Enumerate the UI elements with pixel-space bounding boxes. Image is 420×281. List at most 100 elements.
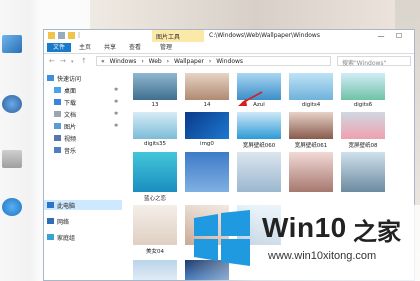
desktop-ie-icon[interactable]: [2, 198, 22, 216]
watermark-url: www.win10xitong.com: [268, 250, 377, 262]
logo-pane-top-right: [221, 210, 250, 236]
file-thumbnail[interactable]: [133, 112, 177, 139]
recent-locations-icon[interactable]: ▾: [71, 59, 74, 65]
windows-logo-icon: [194, 210, 250, 266]
breadcrumb-separator[interactable]: ›: [209, 58, 211, 65]
sidebar-item-network[interactable]: 网络: [47, 216, 69, 226]
watermark-brand: Win10: [262, 212, 347, 243]
pin-icon: ✱: [114, 111, 119, 117]
file-name: 宽屏壁纸061: [294, 143, 328, 149]
desktop-network-icon[interactable]: [2, 95, 22, 113]
desktop-computer-icon[interactable]: [2, 35, 22, 53]
sidebar-item-label: 网络: [57, 218, 70, 226]
file-name: img0: [200, 141, 214, 147]
music-icon: [54, 147, 61, 153]
breadcrumb-overflow[interactable]: «: [101, 58, 105, 65]
sidebar-item-label: 家庭组: [57, 234, 76, 242]
picture-tools-context-tab[interactable]: 图片工具: [152, 30, 204, 42]
logo-pane-top-left: [194, 214, 218, 236]
navigation-pane: 快速访问 桌面 ✱ 下载 ✱ 文档 ✱ 图片 ✱ 视频 音乐 此电脑 网络 家庭: [44, 70, 124, 280]
maximize-button[interactable]: ☐: [392, 31, 406, 41]
file-thumbnail[interactable]: [237, 73, 281, 100]
star-icon: [47, 75, 54, 81]
file-name: digits35: [143, 141, 167, 147]
sidebar-item-desktop[interactable]: 桌面: [54, 85, 76, 95]
file-thumbnail[interactable]: [185, 73, 229, 100]
file-name: 蓝心之恋: [143, 196, 166, 202]
forward-icon[interactable]: →: [60, 57, 66, 65]
file-name: 14: [203, 102, 211, 108]
sidebar-item-music[interactable]: 音乐: [54, 145, 76, 155]
sidebar-item-label: 此电脑: [57, 202, 76, 210]
back-icon[interactable]: ←: [49, 57, 55, 65]
sidebar-item-documents[interactable]: 文档: [54, 109, 76, 119]
file-thumbnail[interactable]: [341, 152, 385, 192]
properties-icon[interactable]: [58, 32, 65, 39]
logo-pane-bottom-left: [194, 239, 218, 261]
network-icon: [47, 218, 54, 224]
file-thumbnail[interactable]: [237, 152, 281, 192]
breadcrumb-windows[interactable]: Windows: [110, 58, 137, 65]
logo-pane-bottom-right: [221, 239, 250, 266]
tab-home[interactable]: 主页: [77, 43, 93, 52]
file-thumbnail[interactable]: [341, 112, 385, 139]
breadcrumb-separator[interactable]: ›: [141, 58, 143, 65]
file-thumbnail[interactable]: [133, 73, 177, 100]
video-icon: [54, 135, 61, 141]
desktop-folder-icon[interactable]: [2, 150, 22, 168]
title-bar: | 图片工具 C:\Windows\Web\Wallpaper\Windows …: [44, 30, 414, 42]
picture-icon: [54, 123, 61, 129]
breadcrumb-windows-leaf[interactable]: Windows: [216, 58, 243, 65]
file-name: 宽屏壁纸08: [348, 143, 378, 149]
file-name: 美女04: [146, 249, 164, 255]
breadcrumb: « Windows › Web › Wallpaper › Windows: [101, 58, 246, 65]
homegroup-icon: [47, 234, 54, 240]
tab-manage[interactable]: 管理: [156, 43, 176, 52]
tab-share[interactable]: 共享: [102, 43, 118, 52]
sidebar-item-downloads[interactable]: 下载: [54, 97, 76, 107]
file-thumbnail[interactable]: [185, 152, 229, 192]
file-thumbnail[interactable]: [237, 112, 281, 139]
address-bar[interactable]: « Windows › Web › Wallpaper › Windows: [96, 56, 331, 66]
file-thumbnail[interactable]: [341, 73, 385, 100]
file-name: digits6: [353, 102, 373, 108]
sidebar-item-label: 图片: [64, 123, 77, 131]
search-placeholder: 搜索"Windows": [342, 60, 387, 67]
breadcrumb-web[interactable]: Web: [149, 58, 162, 65]
breadcrumb-separator[interactable]: ›: [167, 58, 169, 65]
file-thumbnail[interactable]: [185, 112, 229, 139]
file-thumbnail[interactable]: [133, 205, 177, 245]
sidebar-item-this-pc[interactable]: 此电脑: [47, 200, 75, 210]
sidebar-item-label: 视频: [64, 135, 77, 143]
file-thumbnail[interactable]: [289, 152, 333, 192]
new-folder-icon[interactable]: [68, 32, 75, 39]
sidebar-item-label: 音乐: [64, 147, 77, 155]
tab-file[interactable]: 文件: [47, 43, 71, 52]
file-thumbnail[interactable]: [133, 152, 177, 192]
breadcrumb-wallpaper[interactable]: Wallpaper: [174, 58, 204, 65]
file-thumbnail[interactable]: [133, 260, 177, 280]
quick-access-toolbar: |: [48, 32, 80, 39]
search-input[interactable]: 搜索"Windows": [337, 56, 411, 67]
qat-separator: |: [78, 32, 81, 39]
document-icon: [54, 111, 61, 117]
watermark-brand-zh: 之家: [353, 218, 401, 246]
desktop-icon: [54, 87, 61, 93]
sidebar-item-pictures[interactable]: 图片: [54, 121, 76, 131]
sidebar-item-label: 下载: [64, 99, 77, 107]
sidebar-item-videos[interactable]: 视频: [54, 133, 76, 143]
sidebar-item-homegroup[interactable]: 家庭组: [47, 232, 75, 242]
tab-view[interactable]: 查看: [127, 43, 143, 52]
file-thumbnail[interactable]: [289, 112, 333, 139]
up-icon[interactable]: ↑: [81, 57, 87, 65]
sidebar-item-label: 快速访问: [57, 75, 82, 83]
sidebar-item-quick-access[interactable]: 快速访问: [47, 73, 81, 83]
file-thumbnail[interactable]: [289, 73, 333, 100]
minimize-button[interactable]: —: [374, 31, 388, 41]
wallpaper-top: [90, 0, 420, 30]
sidebar-item-label: 文档: [64, 111, 77, 119]
ribbon-tabs: 文件 主页 共享 查看 管理: [44, 42, 414, 54]
sidebar-item-label: 桌面: [64, 87, 77, 95]
pin-icon: ✱: [114, 87, 119, 93]
folder-icon: [48, 32, 55, 39]
